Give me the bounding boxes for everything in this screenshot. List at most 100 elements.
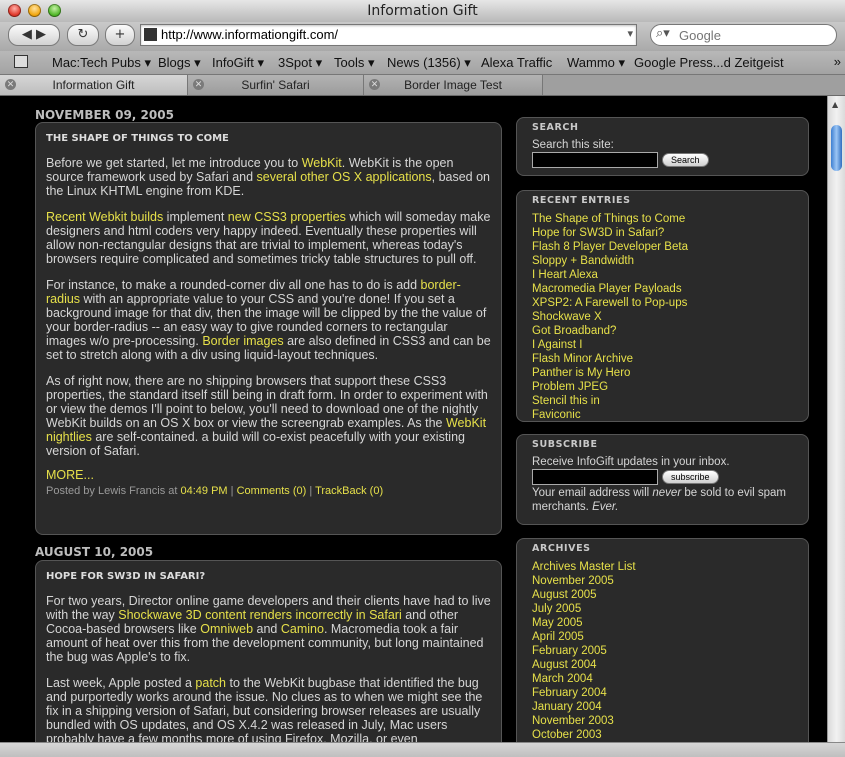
- post-paragraph: Before we get started, let me introduce …: [46, 156, 491, 198]
- recent-entry-link[interactable]: Flash Minor Archive: [532, 352, 793, 366]
- bookmark-google-zeitgeist[interactable]: Google Press...d Zeitgeist: [634, 55, 784, 70]
- bookmarks-overflow-icon[interactable]: »: [834, 54, 841, 69]
- post-date: NOVEMBER 09, 2005: [35, 108, 174, 122]
- bookmark-infogift[interactable]: InfoGift ▾: [212, 55, 264, 71]
- bookmark-tools[interactable]: Tools ▾: [334, 55, 375, 71]
- recent-entry-link[interactable]: Panther is My Hero: [532, 366, 793, 380]
- more-link[interactable]: MORE...: [46, 468, 491, 482]
- site-favicon-icon: [144, 28, 157, 41]
- os-x-applications-link[interactable]: several other OS X applications: [257, 170, 432, 184]
- add-bookmark-button[interactable]: +: [105, 24, 135, 46]
- title-bar: Information Gift: [0, 0, 845, 23]
- shockwave-3d-link[interactable]: Shockwave 3D content renders incorrectly…: [118, 608, 401, 622]
- subscribe-button[interactable]: subscribe: [662, 470, 719, 484]
- subscribe-email-input[interactable]: [532, 469, 658, 485]
- tab-information-gift[interactable]: ✕ Information Gift: [0, 75, 188, 95]
- bookmark-3spot[interactable]: 3Spot ▾: [278, 55, 322, 71]
- tab-label: Information Gift: [52, 78, 135, 92]
- bookmark-wammo[interactable]: Wammo ▾: [567, 55, 625, 71]
- archive-link[interactable]: February 2005: [532, 644, 793, 658]
- webkit-link[interactable]: WebKit: [302, 156, 342, 170]
- search-bar[interactable]: ⌕▾: [650, 24, 837, 46]
- subscribe-panel: SUBSCRIBE Receive InfoGift updates in yo…: [516, 434, 809, 525]
- browser-window: Information Gift ◀ ▶ ↻ + ▾ ⌕▾ Mac:Tech P…: [0, 0, 845, 757]
- subscribe-note: Your email address will never be sold to…: [532, 487, 787, 513]
- archive-link[interactable]: Archives Master List: [532, 560, 793, 574]
- archive-link[interactable]: April 2005: [532, 630, 793, 644]
- archive-link[interactable]: November 2003: [532, 714, 793, 728]
- tab-bar: ✕ Information Gift ✕ Surfin' Safari ✕ Bo…: [0, 75, 845, 96]
- site-search-input[interactable]: [532, 152, 658, 168]
- archive-link[interactable]: August 2004: [532, 658, 793, 672]
- patch-link[interactable]: patch: [195, 676, 226, 690]
- post-date: AUGUST 10, 2005: [35, 545, 154, 559]
- panel-title: RECENT ENTRIES: [532, 195, 631, 206]
- bookmark-blogs[interactable]: Blogs ▾: [158, 55, 201, 71]
- recent-entry-link[interactable]: Stencil this in: [532, 394, 793, 408]
- post-paragraph: For instance, to make a rounded-corner d…: [46, 278, 491, 362]
- archive-link[interactable]: January 2004: [532, 700, 793, 714]
- archives-panel: ARCHIVES Archives Master List November 2…: [516, 538, 809, 742]
- bookmark-news[interactable]: News (1356) ▾: [387, 55, 471, 71]
- window-title: Information Gift: [367, 3, 478, 19]
- border-images-link[interactable]: Border images: [202, 334, 283, 348]
- recent-entry-link[interactable]: Shockwave X: [532, 310, 793, 324]
- search-label: Search this site:: [532, 139, 614, 151]
- recent-webkit-builds-link[interactable]: Recent Webkit builds: [46, 210, 163, 224]
- post-paragraph: As of right now, there are no shipping b…: [46, 374, 488, 458]
- bookmarks-book-icon[interactable]: [14, 55, 28, 68]
- scrollbar-thumb[interactable]: [831, 125, 842, 171]
- recent-entry-link[interactable]: Hope for SW3D in Safari?: [532, 226, 793, 240]
- camino-link[interactable]: Camino: [281, 622, 324, 636]
- comments-link[interactable]: Comments (0): [237, 485, 307, 497]
- site-search-button[interactable]: Search: [662, 153, 709, 167]
- vertical-scrollbar[interactable]: ▲: [827, 96, 845, 742]
- trackback-link[interactable]: TrackBack (0): [315, 485, 383, 497]
- tab-label: Surfin' Safari: [241, 78, 310, 92]
- permalink-time-link[interactable]: 04:49 PM: [181, 485, 228, 497]
- tab-border-image-test[interactable]: ✕ Border Image Test: [364, 75, 543, 95]
- url-dropdown-icon[interactable]: ▾: [627, 27, 633, 40]
- recent-entry-link[interactable]: The Shape of Things to Come: [532, 212, 793, 226]
- bookmark-mactech-pubs[interactable]: Mac:Tech Pubs ▾: [52, 55, 151, 71]
- bookmark-alexa-traffic[interactable]: Alexa Traffic: [481, 55, 552, 70]
- recent-entry-link[interactable]: Got Broadband?: [532, 324, 793, 338]
- post-paragraph: Recent Webkit builds implement new CSS3 …: [46, 210, 491, 266]
- post-title: THE SHAPE OF THINGS TO COME: [46, 133, 229, 144]
- recent-entry-link[interactable]: XPSP2: A Farewell to Pop-ups: [532, 296, 793, 310]
- recent-entries-panel: RECENT ENTRIES The Shape of Things to Co…: [516, 190, 809, 422]
- archive-link[interactable]: May 2005: [532, 616, 793, 630]
- archive-link[interactable]: November 2005: [532, 574, 793, 588]
- css3-properties-link[interactable]: new CSS3 properties: [228, 210, 346, 224]
- panel-title: SEARCH: [532, 122, 579, 133]
- search-input[interactable]: [679, 27, 829, 43]
- recent-entry-link[interactable]: I Against I: [532, 338, 793, 352]
- toolbar: ◀ ▶ ↻ + ▾ ⌕▾: [0, 22, 845, 51]
- recent-entry-link[interactable]: I Heart Alexa: [532, 268, 793, 282]
- omniweb-link[interactable]: Omniweb: [200, 622, 253, 636]
- search-panel: SEARCH Search this site: Search: [516, 117, 809, 176]
- recent-entry-link[interactable]: Sloppy + Bandwidth: [532, 254, 793, 268]
- post-paragraph: Last week, Apple posted a patch to the W…: [46, 676, 483, 742]
- address-bar[interactable]: ▾: [140, 24, 637, 46]
- panel-title: ARCHIVES: [532, 543, 591, 554]
- recent-entry-link[interactable]: Faviconic: [532, 408, 793, 422]
- search-icon[interactable]: ⌕▾: [656, 26, 670, 41]
- tab-surfin-safari[interactable]: ✕ Surfin' Safari: [188, 75, 364, 95]
- reload-button[interactable]: ↻: [67, 24, 99, 46]
- archive-link[interactable]: August 2005: [532, 588, 793, 602]
- recent-entry-link[interactable]: Problem JPEG: [532, 380, 793, 394]
- web-page: NOVEMBER 09, 2005 THE SHAPE OF THINGS TO…: [0, 96, 828, 742]
- post-title: HOPE FOR SW3D IN SAFARI?: [46, 571, 206, 582]
- recent-entry-link[interactable]: Flash 8 Player Developer Beta: [532, 240, 793, 254]
- archive-link[interactable]: July 2005: [532, 602, 793, 616]
- scroll-up-arrow-icon[interactable]: ▲: [832, 100, 838, 109]
- back-forward-button[interactable]: ◀ ▶: [8, 24, 60, 46]
- archive-link[interactable]: October 2003: [532, 728, 793, 742]
- archive-link[interactable]: February 2004: [532, 686, 793, 700]
- status-bar: [0, 742, 845, 757]
- url-input[interactable]: [161, 26, 591, 43]
- archive-link[interactable]: March 2004: [532, 672, 793, 686]
- bookmarks-bar: Mac:Tech Pubs ▾ Blogs ▾ InfoGift ▾ 3Spot…: [0, 51, 845, 75]
- recent-entry-link[interactable]: Macromedia Player Payloads: [532, 282, 793, 296]
